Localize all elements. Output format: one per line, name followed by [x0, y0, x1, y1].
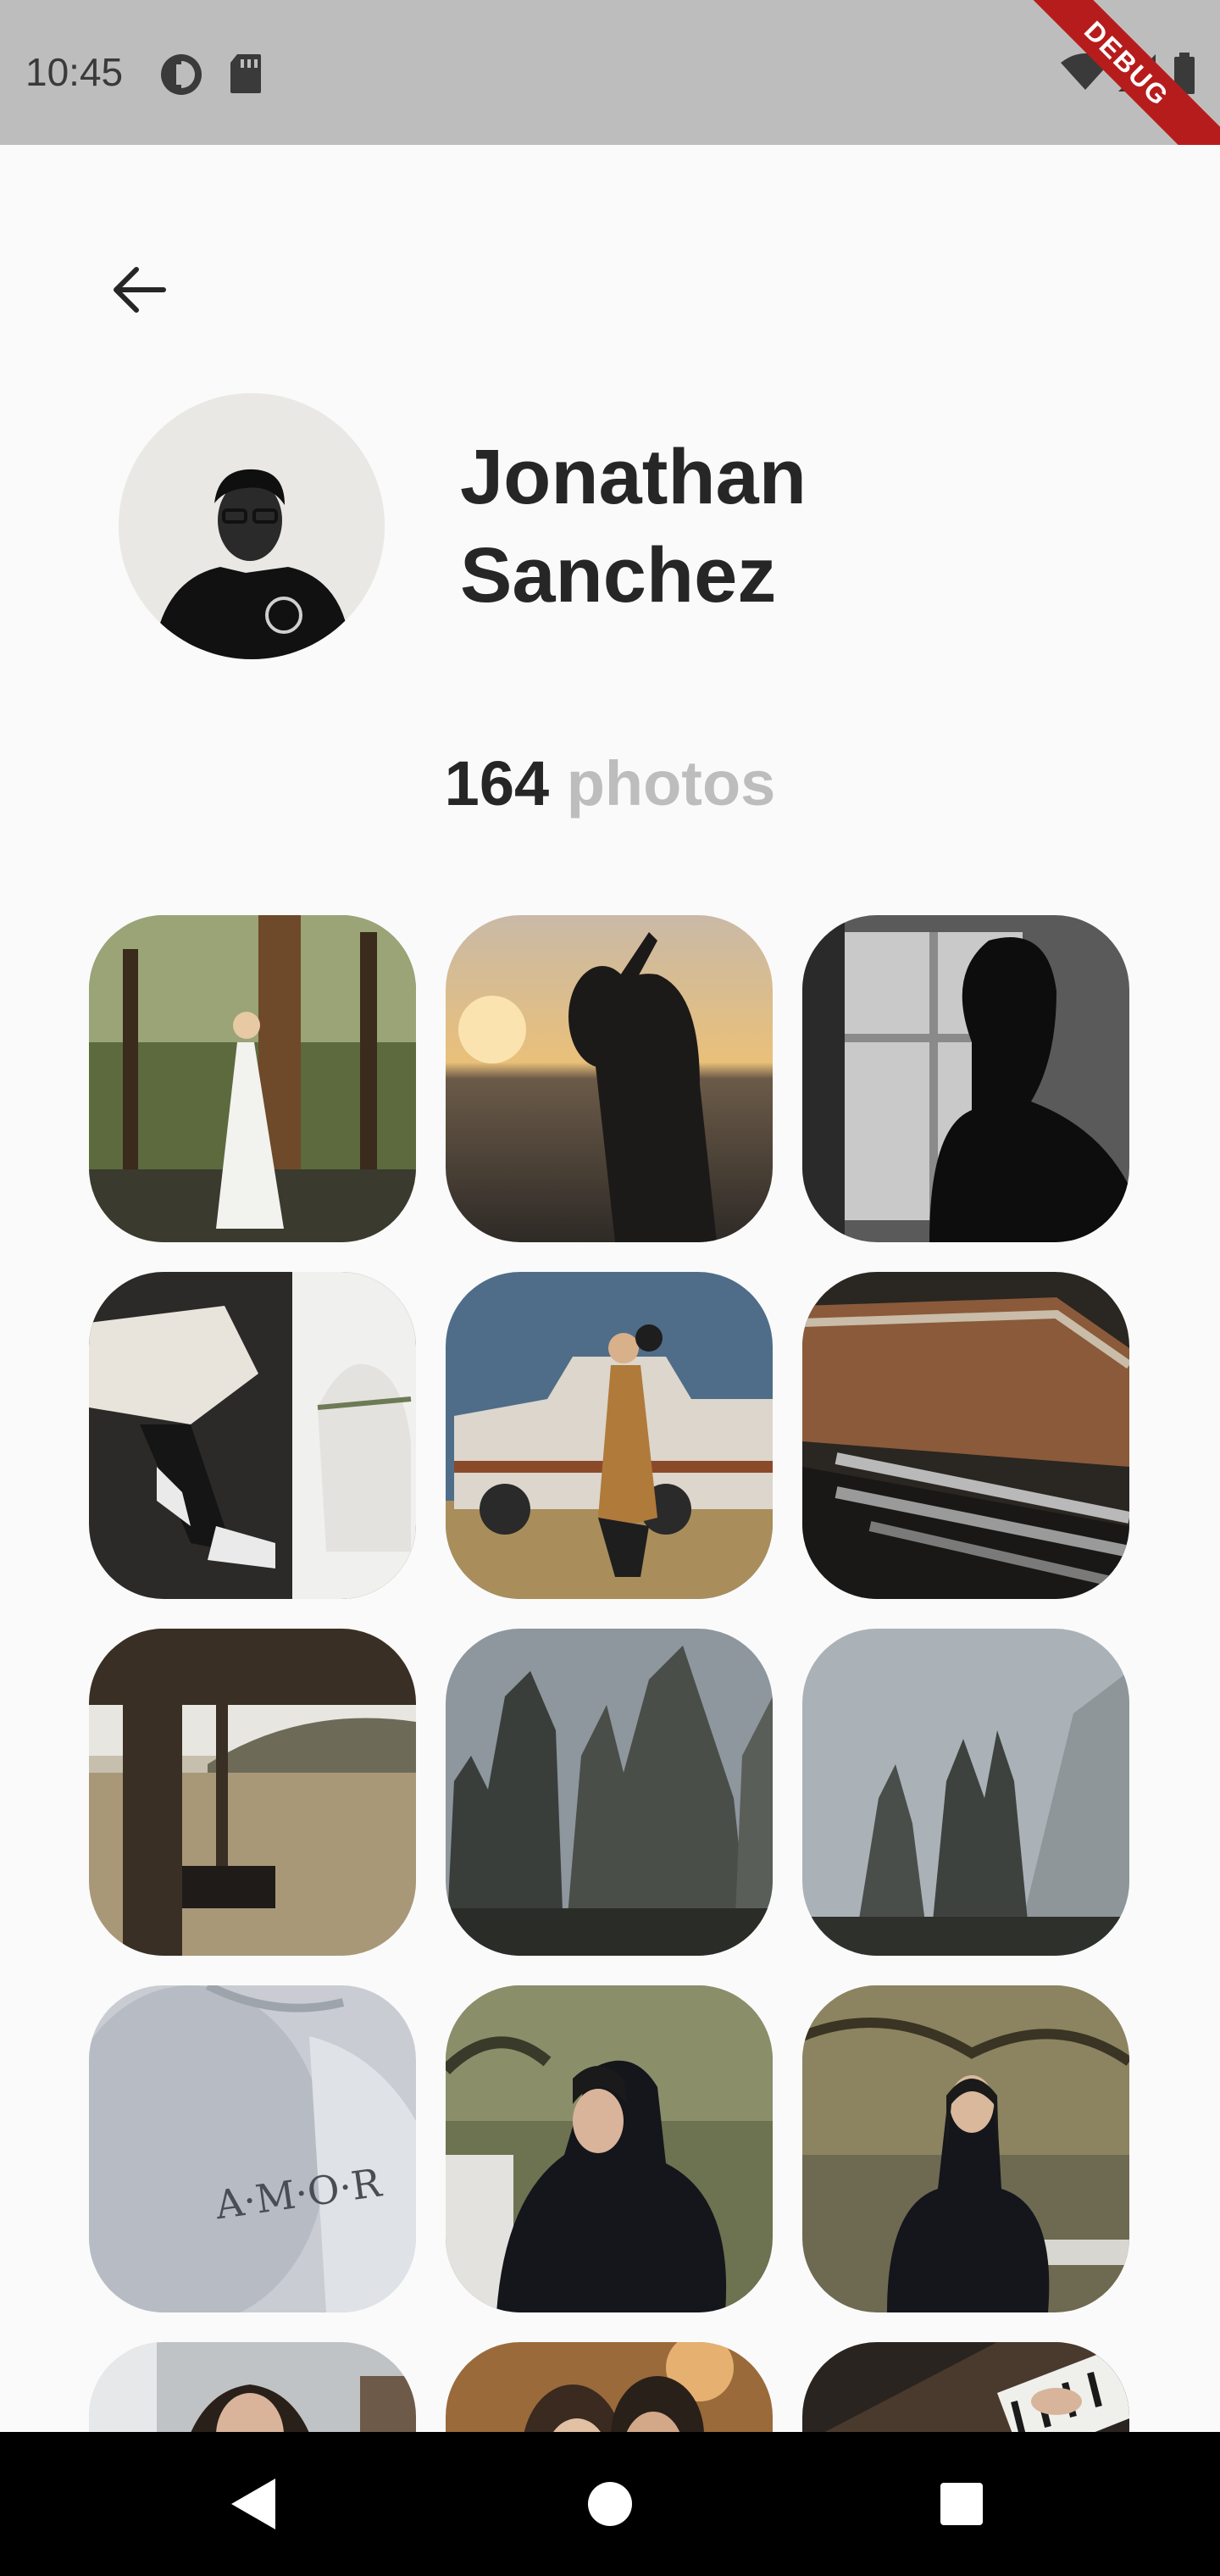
photo-tile[interactable] — [446, 1629, 773, 1956]
status-time: 10:45 — [25, 50, 124, 94]
photo-rusty-truck — [802, 1272, 1129, 1599]
avatar-photo — [119, 393, 385, 659]
photo-tile[interactable] — [89, 2342, 416, 2432]
back-button[interactable] — [95, 246, 183, 334]
photo-bride-forest — [89, 915, 416, 1242]
photo-rock-spires — [446, 1629, 773, 1956]
profile-name-last: Sanchez — [460, 532, 777, 619]
profile-name-first: Jonathan — [460, 434, 807, 520]
photo-woman-trees — [802, 1985, 1129, 2312]
photo-tile[interactable] — [446, 1272, 773, 1599]
photo-reading-sneakers — [89, 1272, 416, 1599]
photo-count-label: photos — [566, 748, 776, 819]
photo-tile[interactable] — [89, 915, 416, 1242]
photo-couple-truck — [446, 1272, 773, 1599]
photo-count-number: 164 — [444, 748, 550, 819]
photo-piano-keys — [802, 2342, 1129, 2432]
sd-card-icon — [230, 54, 261, 93]
data-saver-icon — [161, 54, 202, 95]
photo-amor-sweatshirt: A·M·O·R — [89, 1985, 416, 2312]
system-nav-bar — [0, 2432, 1220, 2576]
photo-tile[interactable] — [802, 915, 1129, 1242]
nav-back-icon[interactable] — [216, 2466, 292, 2542]
profile-name: Jonathan Sanchez — [460, 428, 1053, 625]
photo-tile[interactable] — [446, 1985, 773, 2312]
status-bar: 10:45 DEBUG — [0, 0, 1220, 145]
nav-home-icon[interactable] — [572, 2466, 648, 2542]
photo-tile[interactable] — [89, 1272, 416, 1599]
photo-tile[interactable] — [802, 1629, 1129, 1956]
photo-woman-portrait — [89, 2342, 416, 2432]
photo-rock-spires-mist — [802, 1629, 1129, 1956]
nav-recents-icon[interactable] — [923, 2466, 1000, 2542]
photo-grid[interactable]: A·M·O·R — [0, 907, 1220, 2432]
photo-couple-sunset — [446, 915, 773, 1242]
photo-tile[interactable] — [446, 915, 773, 1242]
arrow-left-icon — [114, 267, 166, 313]
photo-tile[interactable] — [89, 1629, 416, 1956]
photo-count: 164 photos — [0, 746, 1220, 822]
photo-tile[interactable] — [802, 1985, 1129, 2312]
photo-porch-field — [89, 1629, 416, 1956]
photo-tile[interactable] — [802, 1272, 1129, 1599]
photo-couple-portrait — [446, 2342, 773, 2432]
photo-tile[interactable] — [802, 2342, 1129, 2432]
avatar — [119, 393, 385, 659]
photo-woman-hoodie — [446, 1985, 773, 2312]
photo-tile[interactable] — [446, 2342, 773, 2432]
photo-man-silhouette — [802, 915, 1129, 1242]
photo-tile[interactable]: A·M·O·R — [89, 1985, 416, 2312]
